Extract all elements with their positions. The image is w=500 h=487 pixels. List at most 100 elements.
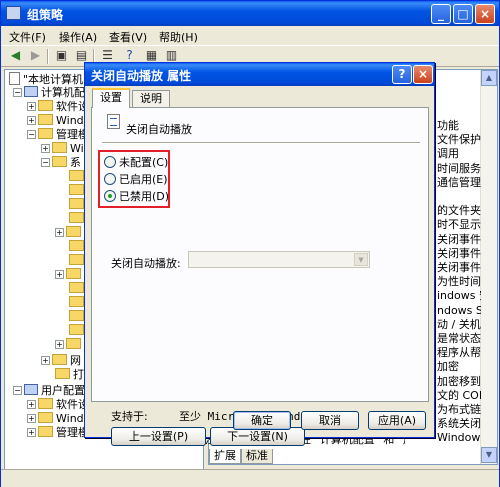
setting-row[interactable]: 时不显示 " [437,218,481,232]
computer-icon [24,86,38,97]
setting-row[interactable]: 为布式链接 [437,403,481,417]
setting-row[interactable]: 文的 COM 组 [437,389,481,403]
tree-node-user-config[interactable]: − 用户配置 [13,384,85,398]
tab-standard[interactable]: 标准 [241,449,273,464]
tree-node-system-child[interactable]: + [55,268,84,282]
folder-icon [55,368,70,379]
expand-icon[interactable]: + [27,428,36,437]
expand-icon[interactable]: + [41,356,50,365]
view-icon[interactable]: ▥ [163,48,180,63]
radio-icon[interactable] [104,173,116,185]
setting-row[interactable]: 动 / 关机 , [437,318,481,332]
setting-row[interactable]: ndows Serv [437,304,481,318]
tree-node-local-computer[interactable]: "本地计算机" [9,72,88,86]
tree-node-admin-templates[interactable]: − 管理模 [27,128,89,142]
menu-file[interactable]: 文件(F) [9,29,46,45]
folder-icon [69,170,84,181]
expand-icon[interactable]: + [41,144,50,153]
chevron-down-icon[interactable]: ▼ [354,253,368,266]
setting-row[interactable]: 功能 [437,119,481,133]
menu-view[interactable]: 查看(V) [109,29,147,45]
setting-row[interactable]: 关闭事件跟 [437,233,481,247]
radio-not-configured[interactable]: 未配置(C) [104,156,168,170]
radio-enabled[interactable]: 已启用(E) [104,173,168,187]
tab-settings[interactable]: 设置 [92,88,130,108]
setting-row[interactable]: 文件保护 [437,133,481,147]
setting-row[interactable]: 通信管理 [437,176,481,190]
tab-extended[interactable]: 扩展 [209,449,241,464]
setting-row[interactable]: 为性时间戳 [437,275,481,289]
tree-node-computer-config[interactable]: − 计算机配 [13,86,85,100]
help-icon[interactable]: ? [121,48,138,63]
setting-row[interactable]: 关闭事件跟 [437,247,481,261]
expand-icon[interactable]: + [27,400,36,409]
dialog-titlebar[interactable]: 关闭自动播放 属性 ? × [85,63,434,86]
setting-row[interactable]: 是常状态消 [437,332,481,346]
properties-icon[interactable]: ☰ [99,48,116,63]
apply-button[interactable]: 应用(A) [368,411,426,430]
setting-row[interactable]: Windows Upd [437,431,481,445]
close-button[interactable]: × [475,4,495,24]
right-pane-scrollbar[interactable]: ▲ ▼ [480,70,497,464]
setting-row[interactable]: 加密 [437,360,481,374]
collapse-icon[interactable]: − [27,130,36,139]
dialog-help-button[interactable]: ? [392,65,412,84]
setting-row[interactable]: 加密移到 [437,375,481,389]
collapse-icon[interactable]: − [13,88,22,97]
tree-node-system-child[interactable]: + [55,226,84,240]
expand-icon[interactable]: + [55,228,64,237]
forward-icon[interactable]: ▶ [27,48,44,63]
folder-icon [69,240,84,251]
setting-row[interactable]: 关闭事件跟 [437,261,481,275]
tree-node-network[interactable]: + 网 [41,354,81,368]
folder-icon [38,100,53,111]
folder-icon [38,426,53,437]
cancel-button[interactable]: 取消 [301,411,359,430]
main-titlebar[interactable]: 组策略 _ □ × [1,1,499,26]
up-icon[interactable]: ▣ [53,48,70,63]
collapse-icon[interactable]: − [13,386,22,395]
autoplay-drives-select[interactable]: ▼ [188,251,370,268]
radio-checked-icon[interactable] [104,190,116,202]
setting-row[interactable]: 时间服务 [437,162,481,176]
tree-node-printers[interactable]: 打 [55,368,84,382]
show-hide-tree-icon[interactable]: ▤ [73,48,90,63]
supported-on-label: 支持于: [111,410,148,423]
collapse-icon[interactable]: − [41,158,50,167]
tree-node-user-admin[interactable]: + 管理模 [27,426,89,440]
tree-node-user-software[interactable]: + 软件设 [27,398,89,412]
setting-row[interactable] [437,190,481,204]
statusbar [1,469,499,487]
settings-tab-panel: 关闭自动播放 未配置(C) 已启用(E) 已禁用(D) 关闭自动播放: ▼ 支持… [91,107,429,446]
tree-node-software-settings[interactable]: + 软件设 [27,100,89,114]
expand-icon[interactable]: + [27,102,36,111]
dialog-close-button[interactable]: × [413,65,433,84]
scroll-down-icon[interactable]: ▼ [481,447,497,463]
radio-icon[interactable] [104,156,116,168]
menu-action[interactable]: 操作(A) [59,29,97,45]
tree-node-windows-components[interactable]: + Wi [41,142,84,156]
tree-node-system-child[interactable]: + [55,338,84,352]
ok-button[interactable]: 确定 [233,411,291,430]
export-icon[interactable]: ▦ [143,48,160,63]
minimize-button[interactable]: _ [431,4,451,24]
folder-icon [69,184,84,195]
expand-icon[interactable]: + [55,270,64,279]
setting-row[interactable]: 程序从帮助 [437,346,481,360]
scroll-up-icon[interactable]: ▲ [481,70,497,86]
expand-icon[interactable]: + [55,340,64,349]
previous-setting-button[interactable]: 上一设置(P) [111,427,206,446]
setting-row[interactable]: 系统关闭 [437,417,481,431]
tree-node-system[interactable]: − 系 [41,156,81,170]
expand-icon[interactable]: + [27,414,36,423]
autoplay-field-label: 关闭自动播放: [111,257,181,270]
radio-disabled[interactable]: 已禁用(D) [104,190,169,204]
setting-row[interactable]: indows 安装 [437,289,481,303]
setting-row[interactable]: 的文件夹限 [437,204,481,218]
menu-help[interactable]: 帮助(H) [159,29,198,45]
tab-explain[interactable]: 说明 [132,90,170,107]
maximize-button[interactable]: □ [453,4,473,24]
expand-icon[interactable]: + [27,116,36,125]
setting-row[interactable]: 调用 [437,147,481,161]
back-icon[interactable]: ◀ [7,48,24,63]
